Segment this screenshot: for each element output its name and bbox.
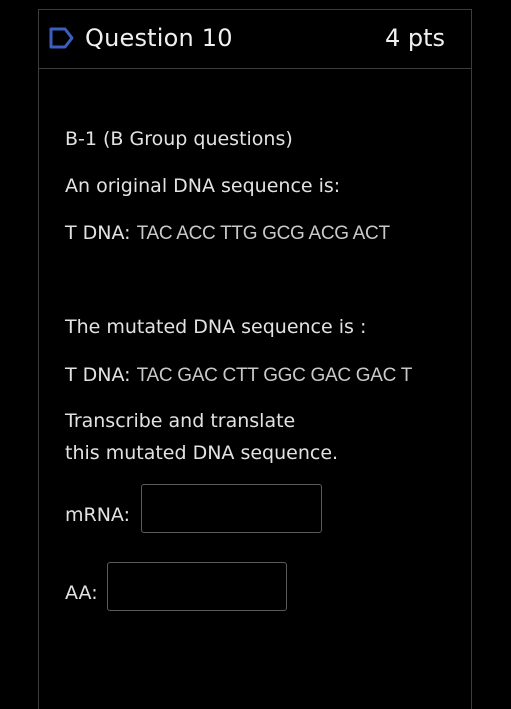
question-card: Question 10 4 pts B-1 (B Group questions… (38, 9, 472, 709)
question-title: Question 10 (85, 24, 233, 52)
aa-answer-input[interactable] (107, 562, 287, 611)
original-label: T DNA: (65, 222, 131, 244)
question-header: Question 10 4 pts (39, 10, 471, 69)
question-points: 4 pts (384, 24, 445, 52)
mutated-intro: The mutated DNA sequence is : (65, 316, 367, 338)
mrna-label: mRNA: (65, 504, 130, 526)
mutated-sequence: TAC GAC CTT GGC GAC GAC T (136, 365, 413, 386)
instruction-line-1: Transcribe and translate (65, 410, 296, 432)
original-sequence: TAC ACC TTG GCG ACG ACT (136, 223, 390, 244)
original-intro: An original DNA sequence is: (65, 175, 341, 197)
group-heading: B-1 (B Group questions) (65, 128, 293, 150)
original-sequence-line: T DNA: TAC ACC TTG GCG ACG ACT (65, 222, 390, 245)
mutated-label: T DNA: (65, 364, 131, 386)
mutated-sequence-line: T DNA: TAC GAC CTT GGC GAC GAC T (65, 364, 412, 387)
mrna-answer-input[interactable] (141, 484, 322, 533)
instruction-line-2: this mutated DNA sequence. (65, 442, 339, 464)
bookmark-flag-icon[interactable] (49, 27, 75, 49)
aa-label: AA: (65, 582, 98, 604)
